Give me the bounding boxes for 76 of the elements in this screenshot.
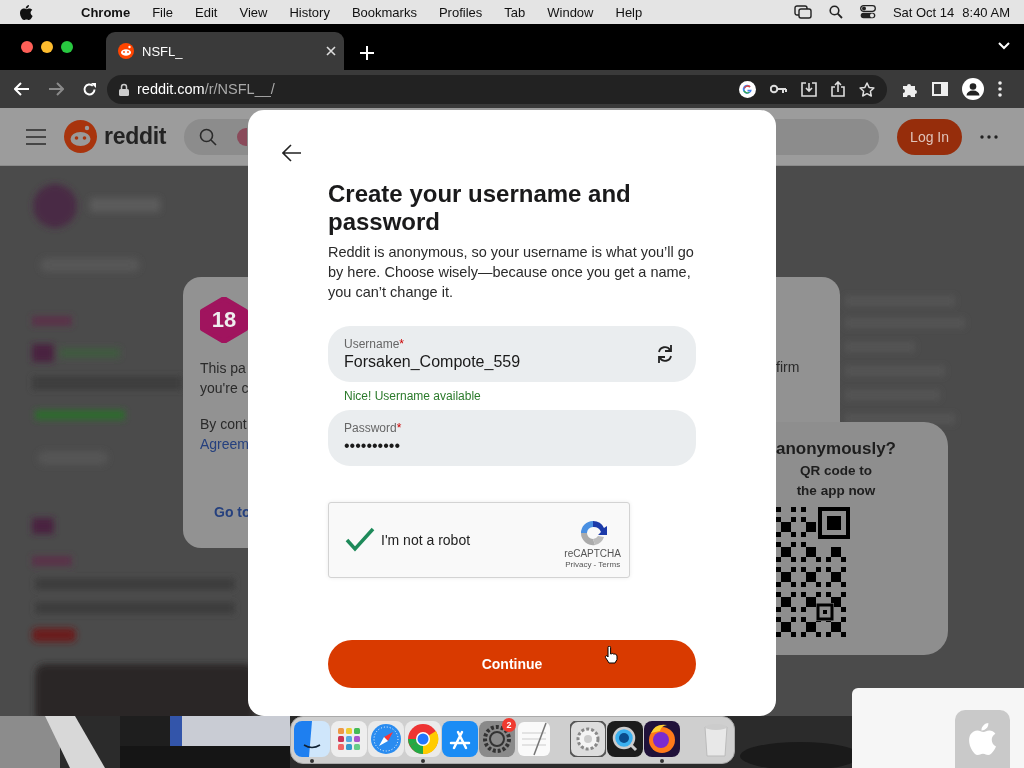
- more-options-icon[interactable]: [998, 81, 1002, 97]
- clock-date[interactable]: Sat Oct 14: [892, 4, 955, 20]
- apple-icon: [968, 723, 997, 755]
- apple-icon[interactable]: [20, 4, 33, 20]
- log-in-button[interactable]: Log In: [897, 118, 963, 155]
- compass-icon[interactable]: [368, 721, 404, 757]
- card-text: This pa: [200, 359, 246, 378]
- password-field[interactable]: Password* ••••••••••: [328, 410, 696, 466]
- card-text: By cont: [200, 415, 247, 434]
- menu-item[interactable]: File: [152, 4, 174, 20]
- chevron-down-icon[interactable]: [998, 42, 1010, 50]
- minimize-window-button[interactable]: [41, 41, 53, 53]
- community-avatar-icon: [237, 127, 248, 146]
- modal-description: Reddit is anonymous, so your username is what you’ll go by here. Choose wisely—because once you get a name, you can’t change it.: [328, 243, 695, 302]
- refresh-icon[interactable]: [656, 344, 674, 364]
- logo-wordmark[interactable]: reddit: [104, 123, 167, 150]
- close-icon[interactable]: [326, 46, 336, 56]
- field-label: Password*: [344, 421, 402, 435]
- username-field[interactable]: Username* Forsaken_Compote_559: [328, 326, 696, 382]
- menu-item[interactable]: Tab: [504, 4, 526, 20]
- address-bar[interactable]: reddit.com/r/NSFL__/: [107, 74, 887, 104]
- username-status: Nice! Username available: [343, 388, 482, 404]
- more-options-icon[interactable]: [980, 134, 999, 139]
- menu-item[interactable]: History: [289, 4, 330, 20]
- age-badge: 18: [200, 297, 248, 343]
- menu-item[interactable]: View: [239, 4, 268, 20]
- menu-item[interactable]: Bookmarks: [351, 4, 417, 20]
- hand-pointer-icon: [604, 646, 618, 664]
- notification-badge: 2: [502, 718, 516, 732]
- install-icon[interactable]: [801, 81, 817, 97]
- captcha-brand: reCAPTCHA: [564, 548, 621, 560]
- promo-text: QR code to: [799, 462, 873, 480]
- google-g-icon[interactable]: [739, 80, 756, 98]
- promo-text: the app now: [795, 482, 877, 500]
- share-icon[interactable]: [831, 81, 845, 97]
- menu-item[interactable]: Help: [615, 4, 643, 20]
- zoom-window-button[interactable]: [61, 41, 73, 53]
- close-window-button[interactable]: [21, 41, 33, 53]
- field-value[interactable]: Forsaken_Compote_559: [344, 352, 521, 372]
- back-arrow-icon[interactable]: [282, 144, 302, 162]
- flame-globe-icon[interactable]: [644, 721, 680, 757]
- profile-avatar-icon[interactable]: [962, 78, 984, 100]
- menu-icon[interactable]: [26, 128, 46, 145]
- card-text: you're c: [200, 379, 249, 398]
- screen-mirroring-icon[interactable]: [793, 5, 812, 19]
- search-icon[interactable]: [828, 5, 843, 19]
- browser-tab[interactable]: NSFL_: [106, 32, 344, 70]
- menu-item[interactable]: Profiles: [438, 4, 483, 20]
- modal-title: Create your username and password: [328, 180, 632, 236]
- clock-time[interactable]: 8:40 AM: [962, 4, 1010, 20]
- control-center-icon[interactable]: [859, 5, 876, 19]
- search-icon: [199, 127, 218, 146]
- lock-icon: [119, 82, 129, 96]
- side-panel-icon[interactable]: [932, 82, 948, 96]
- forward-arrow-icon[interactable]: [48, 82, 64, 96]
- gear-icon[interactable]: [570, 721, 606, 757]
- gear-icon[interactable]: [479, 721, 515, 757]
- reload-icon[interactable]: [82, 81, 97, 97]
- split-square-icon[interactable]: [294, 721, 330, 757]
- captcha-links[interactable]: Privacy - Terms: [565, 560, 621, 570]
- app-menu[interactable]: Chrome: [81, 4, 131, 20]
- card-text: firm: [776, 358, 800, 377]
- field-value[interactable]: ••••••••••: [344, 436, 400, 456]
- new-tab-icon[interactable]: [360, 46, 374, 60]
- checkmark-icon[interactable]: [345, 526, 375, 554]
- continue-button[interactable]: Continue: [328, 640, 696, 688]
- menu-item[interactable]: Edit: [195, 4, 218, 20]
- captcha-label: I'm not a robot: [381, 532, 472, 548]
- star-icon[interactable]: [859, 81, 875, 97]
- menu-item[interactable]: Window: [547, 4, 594, 20]
- field-label: Username*: [344, 337, 405, 351]
- tricolor-circle-icon[interactable]: [405, 721, 441, 757]
- alien-favicon-icon: [118, 43, 134, 59]
- key-icon[interactable]: [770, 84, 787, 94]
- promo-title: anonymously?: [775, 438, 897, 460]
- app-grid-icon[interactable]: [331, 721, 367, 757]
